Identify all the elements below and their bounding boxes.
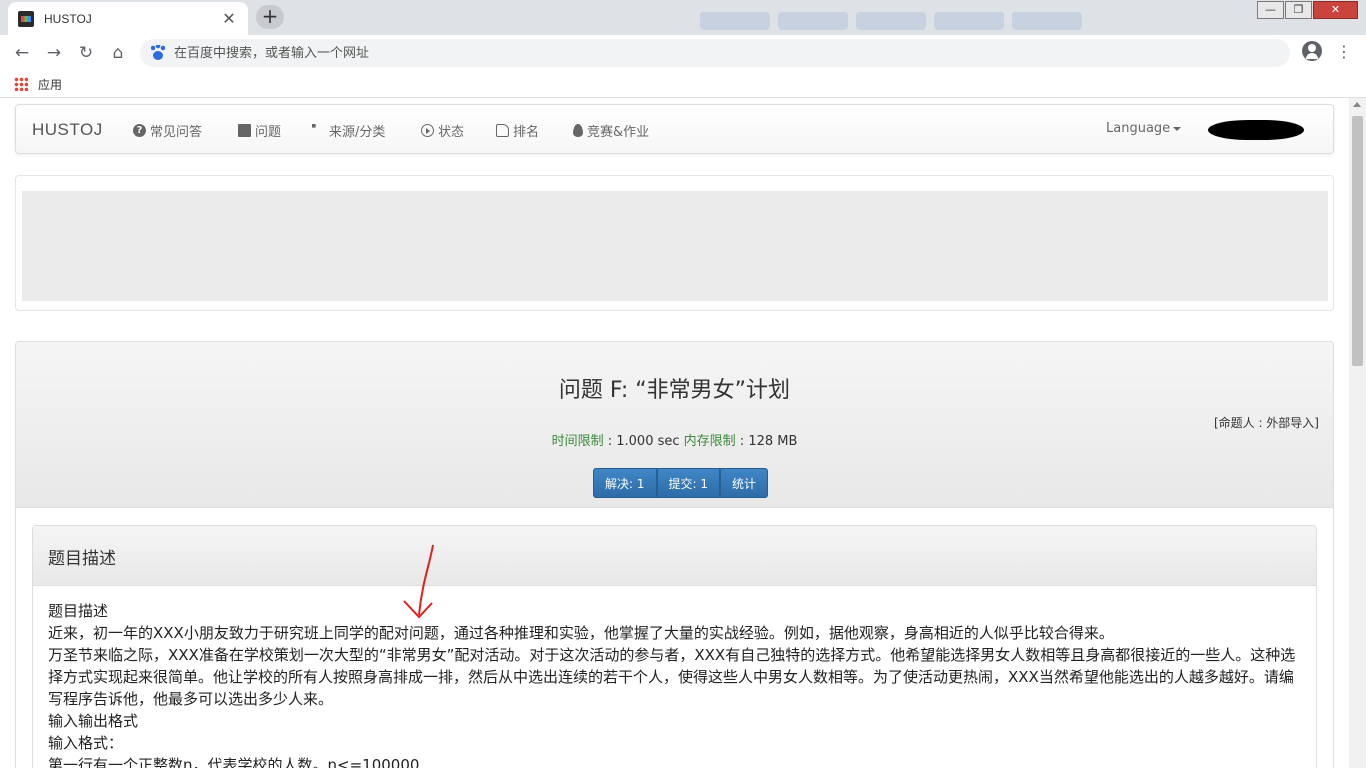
- hustoj-favicon-icon: [18, 10, 34, 27]
- description-line: 第一行有一个正整数n，代表学校的人数。n<=100000: [48, 756, 420, 768]
- scrollbar-thumb[interactable]: [1352, 116, 1363, 366]
- problem-title: 问题 F: “非常男女”计划: [558, 378, 791, 403]
- nav-contests-label: 竞赛&作业: [587, 125, 650, 140]
- problem-actions: 解决: 1 提交: 1 统计: [593, 468, 769, 498]
- baidu-paw-icon: [150, 45, 166, 61]
- back-arrow-icon[interactable]: ←: [10, 41, 34, 65]
- nav-faq-label: 常见问答: [150, 125, 203, 140]
- problem-panel: 问题 F: “非常男女”计划 [命题人 : 外部导入] 时间限制 : 1.000…: [15, 341, 1334, 768]
- description-line: 万圣节来临之际，XXX准备在学校策划一次大型的“非常男女”配对活动。对于这次活动…: [48, 646, 1296, 708]
- problem-header: 问题 F: “非常男女”计划 [命题人 : 外部导入] 时间限制 : 1.000…: [16, 342, 1333, 508]
- reload-icon[interactable]: ↻: [74, 41, 98, 65]
- fire-icon: [573, 124, 583, 137]
- nav-status-label: 状态: [438, 125, 465, 140]
- new-tab-button[interactable]: +: [256, 5, 284, 29]
- description-panel: 题目描述 题目描述 近来，初一年的XXX小朋友致力于研究班上同学的配对问题，通过…: [32, 525, 1317, 768]
- play-circle-icon: [421, 124, 434, 137]
- apps-grid-icon[interactable]: [14, 77, 28, 91]
- question-circle-icon: ?: [133, 124, 146, 137]
- time-limit-value: : 1.000 sec: [603, 434, 684, 449]
- window-controls: — ❐ ✕: [1256, 1, 1358, 19]
- address-input[interactable]: [174, 45, 1174, 61]
- home-icon[interactable]: ⌂: [106, 41, 130, 65]
- description-line: 近来，初一年的XXX小朋友致力于研究班上同学的配对问题，通过各种推理和实验，他掌…: [48, 624, 1114, 642]
- browser-tabbar: HUSTOJ ✕ + — ❐ ✕: [0, 0, 1366, 35]
- book-icon: [238, 124, 251, 137]
- scroll-up-arrow-icon[interactable]: [1353, 102, 1361, 107]
- grid-icon: [312, 124, 316, 128]
- memory-limit-label: 内存限制: [683, 434, 736, 449]
- nav-status[interactable]: 状态: [421, 121, 464, 140]
- minimize-button[interactable]: —: [1257, 1, 1284, 19]
- nav-faq[interactable]: ? 常见问答: [133, 121, 202, 140]
- solved-button[interactable]: 解决: 1: [593, 468, 657, 498]
- language-dropdown[interactable]: Language: [1106, 121, 1181, 136]
- bookmark-apps[interactable]: 应用: [38, 76, 62, 93]
- nav-categories[interactable]: 来源/分类: [312, 121, 385, 140]
- description-line: 输入格式：: [48, 734, 124, 752]
- browser-toolbar: ← → ↻ ⌂ ⋮: [0, 35, 1366, 71]
- background-windows: [700, 12, 1200, 34]
- forward-arrow-icon[interactable]: →: [42, 41, 66, 65]
- page-scrollbar[interactable]: [1349, 98, 1366, 768]
- ad-panel: [15, 175, 1334, 311]
- nav-ranking-label: 排名: [513, 125, 540, 140]
- page-viewport: HUSTOJ ? 常见问答 问题 来源/分类 状态 排名 竞赛&作业 Langu…: [0, 98, 1349, 768]
- nav-problems[interactable]: 问题: [238, 121, 281, 140]
- more-menu-icon[interactable]: ⋮: [1336, 41, 1352, 65]
- problem-author: [命题人 : 外部导入]: [1213, 416, 1319, 430]
- profile-icon[interactable]: [1302, 41, 1322, 61]
- submit-count-button[interactable]: 提交: 1: [656, 468, 720, 498]
- nav-ranking[interactable]: 排名: [496, 121, 539, 140]
- thumbs-up-icon: [496, 124, 509, 137]
- site-brand[interactable]: HUSTOJ: [32, 120, 103, 140]
- tab-title: HUSTOJ: [44, 11, 92, 26]
- close-tab-icon[interactable]: ✕: [220, 9, 238, 28]
- address-bar[interactable]: [140, 39, 1290, 67]
- redacted-username[interactable]: [1208, 120, 1304, 140]
- site-navbar: HUSTOJ ? 常见问答 问题 来源/分类 状态 排名 竞赛&作业 Langu…: [15, 104, 1334, 154]
- time-limit-label: 时间限制: [551, 434, 604, 449]
- browser-tab[interactable]: HUSTOJ ✕: [8, 2, 248, 35]
- description-line: 题目描述: [48, 602, 109, 620]
- description-heading: 题目描述: [33, 526, 1316, 586]
- problem-limits: 时间限制 : 1.000 sec 内存限制 : 128 MB: [16, 430, 1333, 449]
- memory-limit-value: : 128 MB: [735, 434, 798, 449]
- maximize-button[interactable]: ❐: [1285, 1, 1312, 19]
- nav-problems-label: 问题: [255, 125, 282, 140]
- nav-categories-label: 来源/分类: [329, 125, 386, 140]
- nav-contests[interactable]: 竞赛&作业: [573, 121, 649, 140]
- statistics-button[interactable]: 统计: [720, 468, 769, 498]
- description-body: 题目描述 近来，初一年的XXX小朋友致力于研究班上同学的配对问题，通过各种推理和…: [33, 586, 1316, 768]
- close-window-button[interactable]: ✕: [1313, 1, 1358, 19]
- bookmarks-bar: 应用: [0, 71, 1366, 98]
- ad-placeholder: [22, 191, 1328, 301]
- description-line: 输入输出格式: [48, 712, 139, 730]
